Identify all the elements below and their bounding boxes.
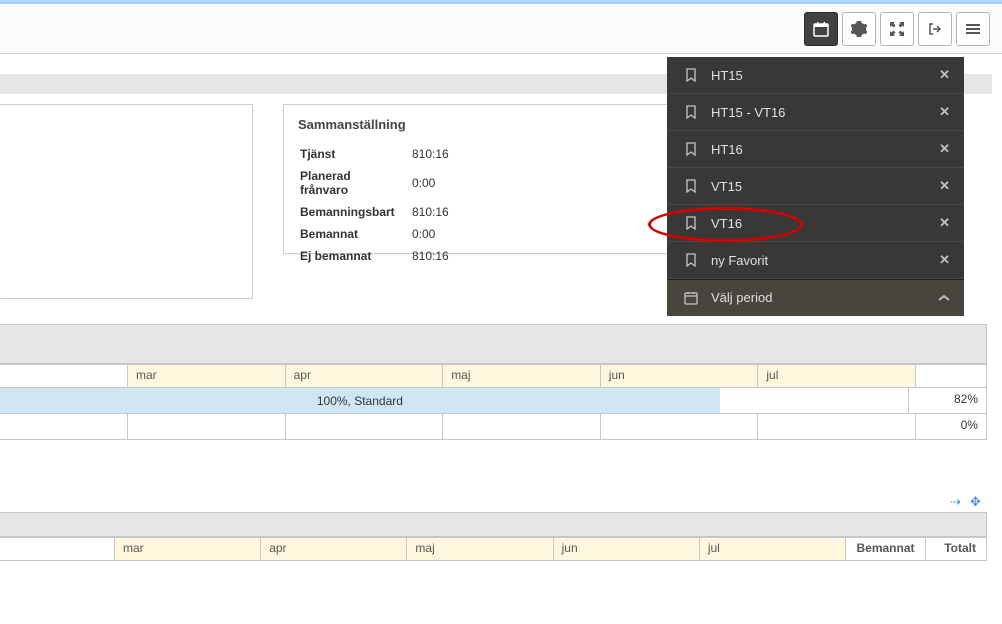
month2-cell: maj (407, 538, 553, 560)
collapse-icon[interactable]: ⇢ (950, 494, 964, 508)
dropdown-item-ht15[interactable]: HT15 ✕ (667, 57, 964, 94)
timeline-row-bar[interactable]: 100%, Standard 82% (0, 388, 987, 414)
card-empty (0, 104, 253, 299)
month2-cell: mar (115, 538, 261, 560)
dropdown-label: ny Favorit (701, 253, 939, 268)
dropdown-valj-period[interactable]: Välj period (667, 279, 964, 316)
timeline-1: mar apr maj jun jul 100%, Standard 82% 0… (0, 324, 1002, 440)
month-cell-end (916, 365, 986, 387)
summary-row: Planerad frånvaro0:00 (300, 166, 457, 200)
summary-value: 810:16 (412, 144, 457, 164)
month-header-1: mar apr maj jun jul (0, 364, 987, 388)
expand-icon (890, 22, 904, 36)
summary-value: 810:16 (412, 246, 457, 266)
exit-button[interactable] (918, 12, 952, 46)
timeline-pct: 82% (954, 392, 978, 406)
summary-label: Tjänst (300, 144, 410, 164)
close-icon[interactable]: ✕ (939, 252, 950, 268)
close-icon[interactable]: ✕ (939, 215, 950, 231)
timeline-row-empty: 0% (0, 414, 987, 440)
bookmark-icon (681, 142, 701, 156)
summary-table: Tjänst810:16 Planerad frånvaro0:00 Beman… (298, 142, 459, 268)
summary-value: 810:16 (412, 202, 457, 222)
bookmark-icon (681, 253, 701, 267)
bookmark-icon (681, 179, 701, 193)
month-cell: mar (128, 365, 286, 387)
dropdown-item-ht15vt16[interactable]: HT15 - VT16 ✕ (667, 94, 964, 131)
settings-button[interactable] (842, 12, 876, 46)
summary-row: Bemannat0:00 (300, 224, 457, 244)
summary-row: Tjänst810:16 (300, 144, 457, 164)
bookmark-icon (681, 216, 701, 230)
fullscreen-button[interactable] (880, 12, 914, 46)
dropdown-item-nyfavorit[interactable]: ny Favorit ✕ (667, 242, 964, 279)
month-cell: apr (286, 365, 444, 387)
dropdown-item-vt15[interactable]: VT15 ✕ (667, 168, 964, 205)
dropdown-period-label: Välj period (701, 290, 938, 305)
month2-cell-blank (0, 538, 115, 560)
expand-all-icon[interactable]: ✥ (970, 494, 984, 508)
bookmark-icon (681, 68, 701, 82)
close-icon[interactable]: ✕ (939, 178, 950, 194)
col-bemannat: Bemannat (846, 538, 926, 560)
timeline2-gray-bar (0, 512, 987, 537)
month-cell-blank (0, 365, 128, 387)
calendar-icon (681, 291, 701, 305)
mini-icons: ⇢ ✥ (0, 490, 1002, 512)
dropdown-label: HT16 (701, 142, 939, 157)
top-toolbar (0, 4, 1002, 54)
summary-value: 0:00 (412, 224, 457, 244)
bookmark-icon (681, 105, 701, 119)
dropdown-label: VT16 (701, 216, 939, 231)
summary-row: Bemanningsbart810:16 (300, 202, 457, 222)
period-dropdown: HT15 ✕ HT15 - VT16 ✕ HT16 ✕ VT15 ✕ VT16 … (667, 57, 964, 316)
month-header-2: mar apr maj jun jul Bemannat Totalt (0, 537, 987, 561)
summary-value: 0:00 (412, 166, 457, 200)
chevron-up-icon (938, 294, 950, 302)
timeline-bar-label: 100%, Standard (317, 394, 403, 408)
summary-title: Sammanställning (298, 117, 658, 132)
dropdown-label: HT15 - VT16 (701, 105, 939, 120)
hamburger-icon (966, 22, 980, 36)
gear-icon (851, 21, 867, 37)
dropdown-item-vt16[interactable]: VT16 ✕ (667, 205, 964, 242)
summary-label: Planerad frånvaro (300, 166, 410, 200)
dropdown-item-ht16[interactable]: HT16 ✕ (667, 131, 964, 168)
month2-cell: jun (554, 538, 700, 560)
summary-label: Ej bemannat (300, 246, 410, 266)
close-icon[interactable]: ✕ (939, 141, 950, 157)
month-cell: jul (758, 365, 916, 387)
month-cell: maj (443, 365, 601, 387)
summary-row: Ej bemannat810:16 (300, 246, 457, 266)
month2-cell: jul (700, 538, 846, 560)
timeline-row2-pct: 0% (916, 414, 986, 439)
month-cell: jun (601, 365, 759, 387)
calendar-button[interactable] (804, 12, 838, 46)
summary-label: Bemannat (300, 224, 410, 244)
card-summary: Sammanställning Tjänst810:16 Planerad fr… (283, 104, 673, 254)
menu-button[interactable] (956, 12, 990, 46)
close-icon[interactable]: ✕ (939, 67, 950, 83)
col-totalt: Totalt (926, 538, 986, 560)
dropdown-label: VT15 (701, 179, 939, 194)
close-icon[interactable]: ✕ (939, 104, 950, 120)
timeline-bar[interactable]: 100%, Standard (0, 388, 720, 413)
calendar-icon (813, 21, 829, 37)
month2-cell: apr (261, 538, 407, 560)
summary-label: Bemanningsbart (300, 202, 410, 222)
exit-icon (928, 22, 942, 36)
dropdown-label: HT15 (701, 68, 939, 83)
timeline-gray-bar (0, 324, 987, 364)
